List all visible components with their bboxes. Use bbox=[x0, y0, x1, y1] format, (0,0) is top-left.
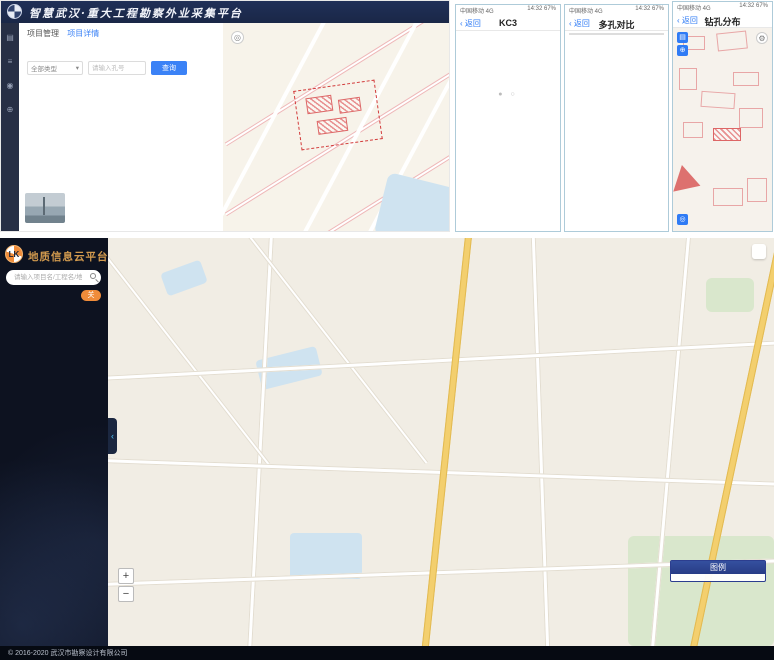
app-titlebar: 智慧武汉·重大工程勘察外业采集平台 bbox=[1, 1, 449, 23]
hole-type-select[interactable]: 全部类型 ▾ bbox=[27, 61, 83, 75]
status-bar: 中国移动 4G 14:32 67% bbox=[673, 2, 772, 12]
map-road bbox=[530, 238, 551, 646]
water-area bbox=[290, 533, 362, 579]
highlighted-building bbox=[713, 128, 741, 141]
copyright-text: © 2016-2020 武汉市勘察设计有限公司 bbox=[8, 648, 128, 658]
chevron-down-icon: ▾ bbox=[76, 64, 79, 72]
layer-sidebar: LK 地质信息云平台 关 bbox=[0, 238, 108, 646]
hole-type-value: 全部类型 bbox=[31, 63, 57, 73]
building-footprint bbox=[338, 97, 362, 114]
carrier-text: 中国移动 4G bbox=[677, 3, 711, 11]
search-icon[interactable] bbox=[90, 273, 96, 279]
building-outline bbox=[739, 108, 763, 128]
hole-search-input[interactable] bbox=[88, 61, 146, 75]
breadcrumb: 项目管理 项目详情 bbox=[27, 28, 99, 39]
kc3-app-screen: 中国移动 4G 14:32 67% ‹ 返回 KC3 ● ○ bbox=[455, 4, 561, 232]
map-legend: 图例 bbox=[670, 560, 766, 582]
building-outline bbox=[733, 72, 759, 86]
park-area bbox=[706, 278, 754, 312]
project-map[interactable]: ◎ bbox=[223, 23, 450, 232]
gear-icon[interactable]: ⚙ bbox=[756, 32, 768, 44]
building-outline bbox=[716, 30, 748, 51]
platform-title: 地质信息云平台 bbox=[28, 249, 109, 264]
hole-spacing-table bbox=[569, 33, 664, 35]
status-bar: 中国移动 4G 14:32 67% bbox=[565, 5, 668, 15]
building-outline bbox=[700, 91, 735, 109]
label-toggle[interactable]: 关 bbox=[81, 290, 101, 301]
map-toolbar bbox=[752, 244, 766, 259]
page-title: 多孔对比 bbox=[565, 18, 668, 31]
carrier-text: 中国移动 4G bbox=[460, 6, 494, 14]
list-icon[interactable]: ≡ bbox=[1, 57, 19, 66]
map-search-box bbox=[6, 270, 101, 285]
zoom-in-button[interactable]: + bbox=[118, 568, 134, 584]
zoom-control: + − bbox=[118, 568, 134, 604]
water-area bbox=[374, 172, 450, 232]
locate-button[interactable]: ◎ bbox=[677, 214, 688, 225]
breadcrumb-current: 项目详情 bbox=[67, 29, 99, 38]
main-road bbox=[420, 238, 473, 646]
status-bar: 中国移动 4G 14:32 67% bbox=[456, 5, 560, 15]
zoom-out-button[interactable]: − bbox=[118, 586, 134, 602]
battery-time-text: 14:32 67% bbox=[527, 6, 556, 14]
battery-time-text: 14:32 67% bbox=[739, 3, 768, 11]
legend-title[interactable]: 图例 bbox=[671, 561, 765, 574]
screenshot-canvas: 智慧武汉·重大工程勘察外业采集平台 ▤ ≡ ◉ ⊕ 项目管理 项目详情 全部类型… bbox=[0, 0, 774, 660]
home-icon[interactable]: ▤ bbox=[1, 33, 19, 42]
project-boundary-polygon[interactable] bbox=[293, 80, 383, 151]
search-button[interactable]: 查询 bbox=[151, 61, 187, 75]
target-icon[interactable]: ◉ bbox=[1, 81, 19, 90]
red-building-footprint bbox=[673, 165, 704, 199]
multi-hole-compare-screen: 中国移动 4G 14:32 67% ‹ 返回 多孔对比 bbox=[564, 4, 669, 232]
platform-logo-icon: LK bbox=[5, 245, 23, 263]
add-layer-button[interactable]: ⊕ bbox=[677, 45, 688, 56]
water-area bbox=[160, 260, 208, 297]
page-title: 钻孔分布 bbox=[673, 15, 772, 28]
geo-cloud-platform-window: + − 图例 LK 地质信息云平台 关 ‹ © 2016-2020 武汉市勘察设… bbox=[0, 238, 774, 660]
page-dots: ● ○ bbox=[456, 91, 560, 98]
distribution-map[interactable]: ▤ ⊕ ⚙ ◎ bbox=[673, 28, 772, 231]
nav-bar: ‹ 返回 钻孔分布 bbox=[673, 12, 772, 28]
filter-bar: 全部类型 ▾ 查询 bbox=[27, 61, 187, 75]
carrier-text: 中国移动 4G bbox=[569, 6, 603, 14]
building-footprint bbox=[305, 95, 333, 114]
site-photo-thumbnail[interactable] bbox=[25, 193, 65, 223]
hole-distribution-screen: 中国移动 4G 14:32 67% ‹ 返回 钻孔分布 ▤ ⊕ ⚙ ◎ bbox=[672, 1, 773, 232]
building-outline bbox=[679, 68, 697, 90]
locate-control[interactable]: ◎ bbox=[231, 31, 244, 44]
page-title: KC3 bbox=[456, 18, 560, 28]
layers-button[interactable]: ▤ bbox=[677, 32, 688, 43]
app-title: 智慧武汉·重大工程勘察外业采集平台 bbox=[29, 5, 243, 21]
map-road bbox=[222, 238, 428, 464]
battery-time-text: 14:32 67% bbox=[635, 6, 664, 14]
nav-bar: ‹ 返回 KC3 bbox=[456, 15, 560, 31]
nav-bar: ‹ 返回 多孔对比 bbox=[565, 15, 668, 31]
geo-map[interactable]: + − 图例 bbox=[108, 238, 774, 646]
survey-platform-window: 智慧武汉·重大工程勘察外业采集平台 ▤ ≡ ◉ ⊕ 项目管理 项目详情 全部类型… bbox=[0, 0, 450, 232]
building-outline bbox=[747, 178, 767, 202]
map-footer: © 2016-2020 武汉市勘察设计有限公司 bbox=[0, 646, 774, 660]
building-footprint bbox=[317, 117, 349, 135]
map-search-input[interactable] bbox=[12, 271, 84, 283]
building-outline bbox=[713, 188, 743, 206]
app-logo-icon bbox=[7, 4, 22, 19]
sidebar-collapse-handle[interactable]: ‹ bbox=[108, 418, 117, 454]
add-icon[interactable]: ⊕ bbox=[1, 105, 19, 114]
building-outline bbox=[683, 122, 703, 138]
strata-compare-chart bbox=[565, 61, 668, 231]
breadcrumb-root[interactable]: 项目管理 bbox=[27, 29, 59, 38]
mini-sidebar: ▤ ≡ ◉ ⊕ bbox=[1, 23, 19, 232]
